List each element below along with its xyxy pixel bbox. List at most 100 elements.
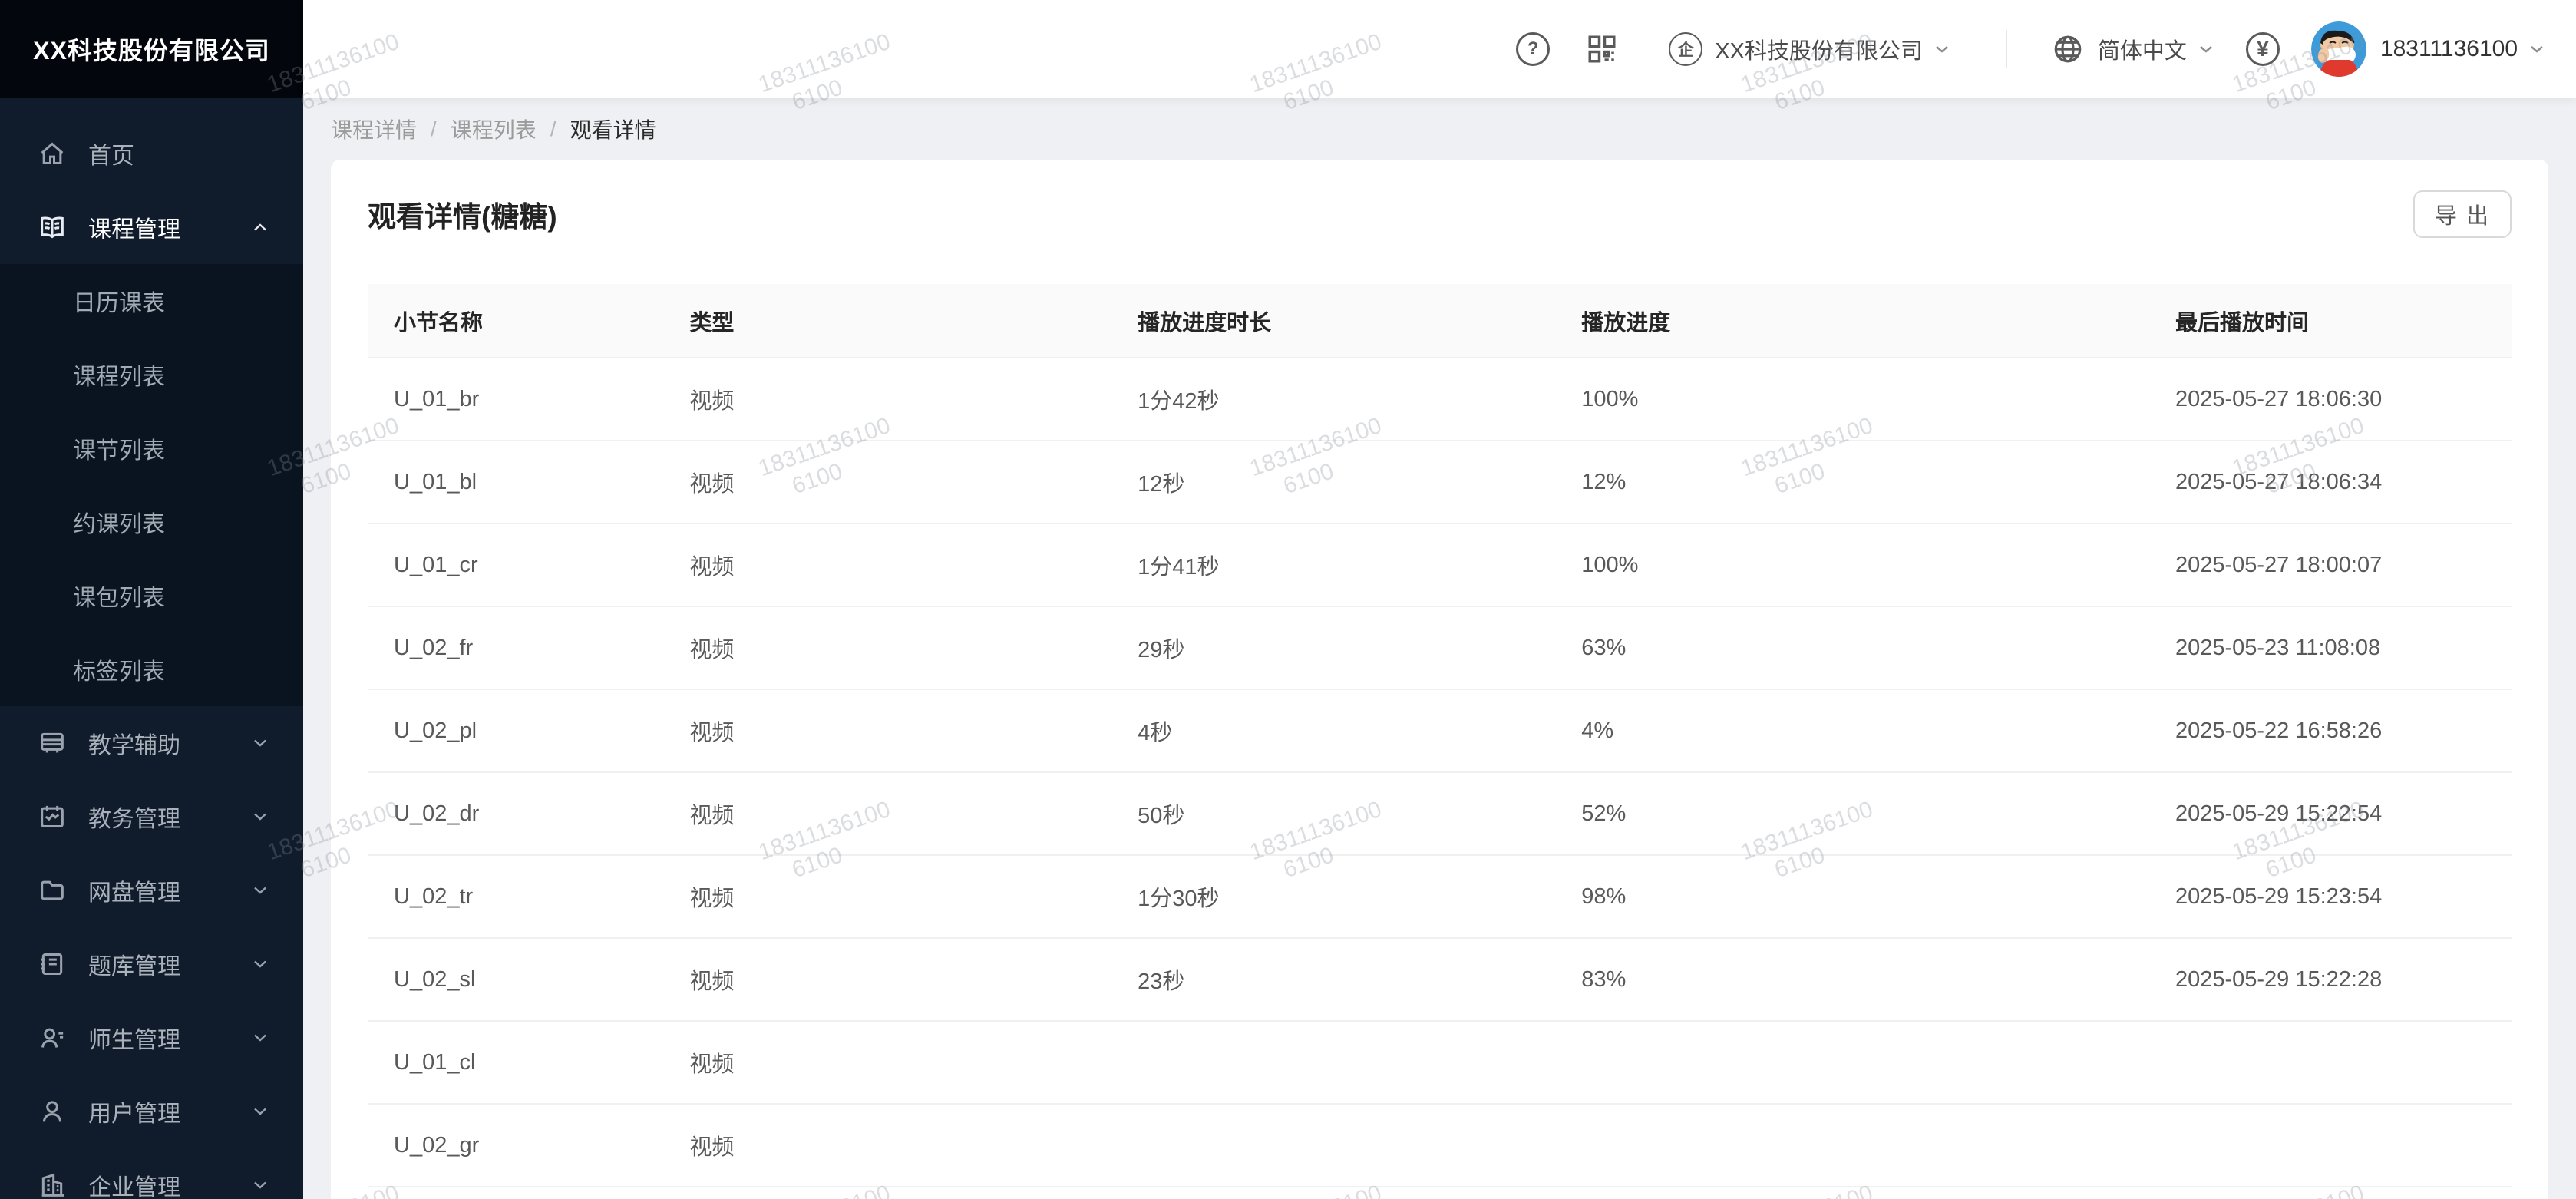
help-icon[interactable]: ? [1515, 31, 1551, 67]
company-switcher[interactable]: 企 XX科技股份有限公司 [1669, 32, 1950, 66]
sidebar-item-teaching-aid[interactable]: 教学辅助 [0, 706, 303, 780]
table-cell: 视频 [663, 358, 1111, 441]
chevron-down-icon [251, 958, 269, 970]
sidebar-item-course-mgmt[interactable]: 课程管理 [0, 190, 303, 264]
table-cell: U_01_bl [368, 441, 663, 524]
watch-detail-table: 小节名称类型播放进度时长播放进度最后播放时间 U_01_br视频1分42秒100… [368, 284, 2512, 1187]
table-row: U_02_tr视频1分30秒98%2025-05-29 15:23:54 [368, 855, 2512, 938]
table-cell: U_02_gr [368, 1104, 663, 1187]
table-cell: 2025-05-27 18:00:07 [2149, 524, 2512, 606]
column-header: 小节名称 [368, 284, 663, 358]
table-cell: 视频 [663, 1104, 1111, 1187]
sidebar-subitem-tag-list[interactable]: 标签列表 [0, 633, 303, 706]
sidebar-item-label: 教学辅助 [88, 726, 180, 760]
sidebar-subitem-label: 课包列表 [73, 579, 165, 613]
table-cell: 12% [1555, 441, 2149, 524]
sidebar-subitem-course-list[interactable]: 课程列表 [0, 338, 303, 411]
sidebar-item-netdisk-mgmt[interactable]: 网盘管理 [0, 854, 303, 927]
table-cell: 视频 [663, 689, 1111, 772]
table-cell: 2025-05-23 11:08:08 [2149, 606, 2512, 689]
breadcrumb-item[interactable]: 课程列表 [451, 114, 537, 144]
sidebar-item-question-bank[interactable]: 题库管理 [0, 927, 303, 1001]
qrcode-glyph [1586, 33, 1618, 65]
user-icon [36, 1095, 68, 1128]
table-cell: 1分42秒 [1111, 358, 1555, 441]
table-row: U_01_cl视频 [368, 1021, 2512, 1104]
table-cell: U_02_dr [368, 772, 663, 855]
folder-icon [36, 874, 68, 907]
breadcrumb-separator: / [431, 117, 437, 141]
sidebar-item-label: 网盘管理 [88, 874, 180, 907]
sidebar-item-label: 用户管理 [88, 1095, 180, 1128]
sidebar-item-label: 首页 [88, 137, 134, 170]
breadcrumb-item[interactable]: 课程详情 [331, 114, 417, 144]
chevron-down-icon [251, 1105, 269, 1118]
table-cell: 29秒 [1111, 606, 1555, 689]
table-cell: U_02_pl [368, 689, 663, 772]
table-cell [2149, 1021, 2512, 1104]
table-cell [1555, 1104, 2149, 1187]
user-phone: 18311136100 [2380, 36, 2518, 62]
language-selector[interactable]: 简体中文 [2050, 31, 2214, 67]
sidebar-menu: 首页课程管理日历课表课程列表课节列表约课列表课包列表标签列表教学辅助教务管理网盘… [0, 98, 303, 1199]
table-row: U_02_fr视频29秒63%2025-05-23 11:08:08 [368, 606, 2512, 689]
calendar-icon [36, 801, 68, 833]
sidebar-subitem-lesson-list[interactable]: 课节列表 [0, 411, 303, 485]
chevron-down-icon [1934, 43, 1950, 55]
table-cell: 4% [1555, 689, 2149, 772]
table-cell: 4秒 [1111, 689, 1555, 772]
breadcrumb: 课程详情/课程列表/观看详情 [331, 98, 2548, 160]
company-logo: XX科技股份有限公司 [0, 0, 303, 98]
table-cell: 2025-05-22 16:58:26 [2149, 689, 2512, 772]
sidebar-item-teacher-student[interactable]: 师生管理 [0, 1001, 303, 1075]
chevron-down-icon [251, 737, 269, 749]
table-row: U_01_br视频1分42秒100%2025-05-27 18:06:30 [368, 358, 2512, 441]
table-cell: 12秒 [1111, 441, 1555, 524]
table-cell [1111, 1104, 1555, 1187]
table-cell: 视频 [663, 772, 1111, 855]
export-button[interactable]: 导 出 [2413, 190, 2512, 238]
table-cell: 视频 [663, 855, 1111, 938]
breadcrumb-item: 观看详情 [570, 114, 656, 144]
home-icon [36, 137, 68, 170]
sidebar-item-home[interactable]: 首页 [0, 117, 303, 190]
header-divider [2006, 30, 2007, 68]
qrcode-icon[interactable] [1584, 31, 1620, 67]
table-cell [1555, 1021, 2149, 1104]
table-cell: U_01_cl [368, 1021, 663, 1104]
table-cell: 1分41秒 [1111, 524, 1555, 606]
sidebar-item-user-mgmt[interactable]: 用户管理 [0, 1075, 303, 1148]
users-icon [36, 1022, 68, 1054]
table-cell: U_01_cr [368, 524, 663, 606]
sidebar-item-academic-mgmt[interactable]: 教务管理 [0, 780, 303, 854]
table-cell [1111, 1021, 1555, 1104]
book-icon [36, 211, 68, 243]
topbar: ? 企 XX科技股份有限公司 [303, 0, 2576, 98]
user-menu[interactable]: 18311136100 [2311, 21, 2545, 77]
language-label: 简体中文 [2098, 33, 2187, 65]
sidebar-subitem-calendar-schedule[interactable]: 日历课表 [0, 264, 303, 338]
sidebar-item-enterprise-mgmt[interactable]: 企业管理 [0, 1148, 303, 1199]
table-cell: 视频 [663, 938, 1111, 1021]
sidebar-item-label: 师生管理 [88, 1021, 180, 1055]
globe-icon [2050, 31, 2086, 67]
building-icon [36, 1169, 68, 1199]
currency-icon[interactable]: ¥ [2245, 31, 2280, 67]
table-cell: 2025-05-29 15:22:54 [2149, 772, 2512, 855]
table-cell: 2025-05-29 15:22:28 [2149, 938, 2512, 1021]
table-cell: 视频 [663, 441, 1111, 524]
sidebar-item-label: 教务管理 [88, 800, 180, 834]
table-cell: 视频 [663, 1021, 1111, 1104]
yen-glyph: ¥ [2246, 32, 2280, 66]
app: XX科技股份有限公司 首页课程管理日历课表课程列表课节列表约课列表课包列表标签列… [0, 0, 2576, 1199]
chevron-up-icon [251, 221, 269, 233]
watch-detail-card: 观看详情(糖糖) 导 出 小节名称类型播放进度时长播放进度最后播放时间 U_01… [331, 160, 2548, 1199]
table-cell: 50秒 [1111, 772, 1555, 855]
table-cell [2149, 1104, 2512, 1187]
question-mark-glyph: ? [1516, 32, 1550, 66]
card-header: 观看详情(糖糖) 导 出 [368, 190, 2512, 238]
submenu-course-mgmt: 日历课表课程列表课节列表约课列表课包列表标签列表 [0, 264, 303, 706]
sidebar-subitem-package-list[interactable]: 课包列表 [0, 559, 303, 633]
table-cell: 98% [1555, 855, 2149, 938]
sidebar-subitem-booking-list[interactable]: 约课列表 [0, 485, 303, 559]
